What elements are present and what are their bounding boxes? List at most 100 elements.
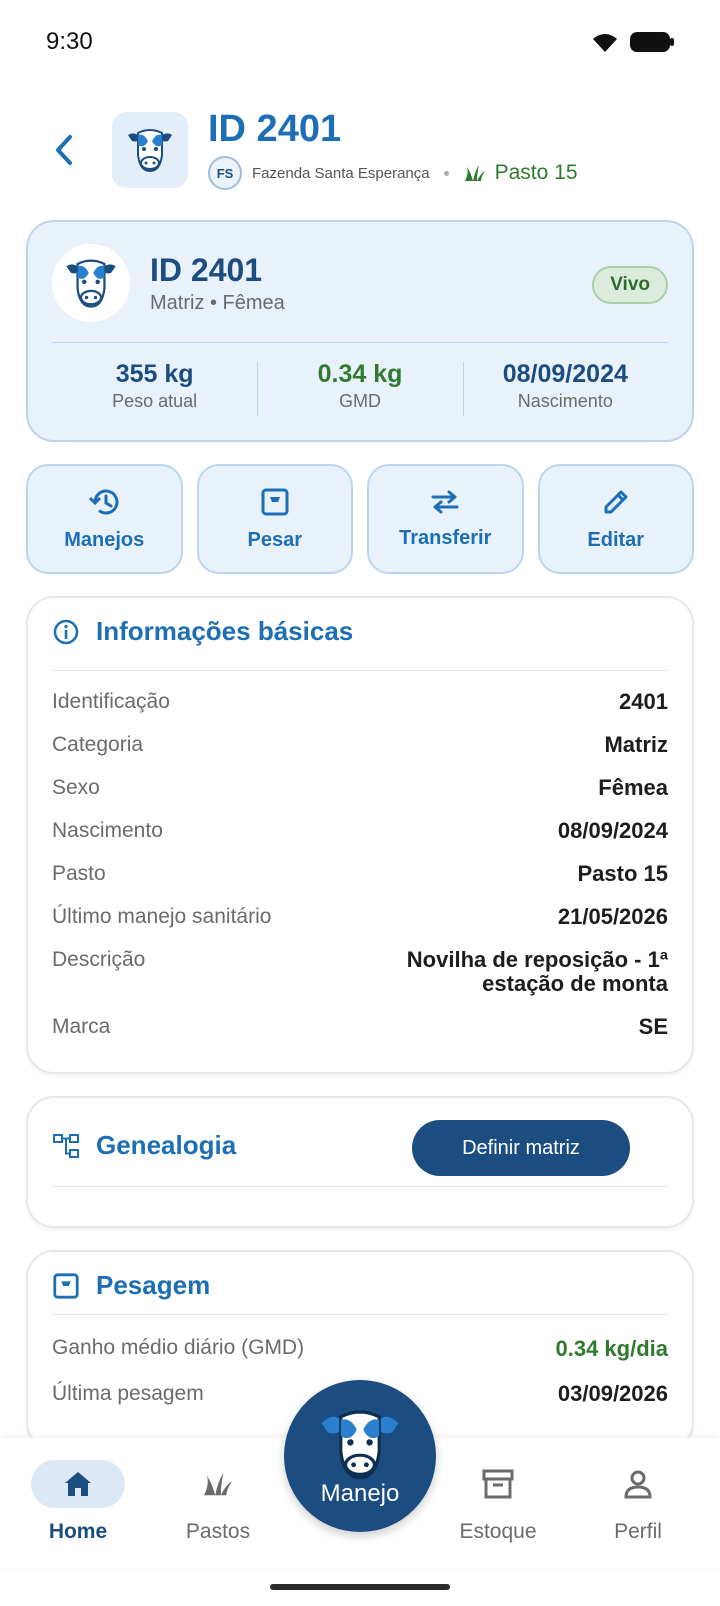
farm-name: Fazenda Santa Esperança [252, 164, 430, 182]
stat-gmd: 0.34 kg GMD [257, 360, 462, 418]
card-title: Genealogia [96, 1130, 237, 1160]
animal-avatar [112, 112, 188, 188]
card-header: Genealogia [52, 1130, 236, 1161]
page-header: ID 2401 FS Fazenda Santa Esperança Pasto… [0, 100, 720, 200]
info-row: Descrição Novilha de reposição - 1ª esta… [52, 948, 668, 996]
cow-icon [66, 259, 116, 308]
back-button[interactable] [44, 130, 84, 170]
status-bar: 9:30 [0, 0, 720, 90]
editar-button[interactable]: Editar [537, 464, 694, 574]
info-value: Novilha de reposição - 1ª estação de mon… [406, 947, 668, 996]
info-label: Descrição [52, 948, 146, 971]
info-value: 21/05/2026 [557, 904, 668, 929]
info-value: Matriz [604, 732, 668, 757]
define-dam-button[interactable]: Definir matriz [412, 1120, 630, 1176]
chevron-left-icon [56, 135, 72, 165]
pasture-name: Pasto 15 [494, 161, 578, 184]
action-label: Manejos [64, 528, 145, 551]
info-label: Categoria [52, 733, 144, 756]
grass-icon [204, 1472, 232, 1496]
summary-title: ID 2401 [150, 252, 263, 288]
nav-item-perfil[interactable]: Perfil [578, 1460, 698, 1544]
cow-icon [321, 1410, 399, 1480]
scale-icon [261, 488, 289, 515]
card-divider [52, 1314, 668, 1315]
summary-avatar [52, 244, 130, 322]
stat-value: 0.34 kg [317, 360, 403, 388]
status-icons [590, 30, 674, 54]
status-badge: Vivo [592, 266, 668, 304]
info-icon [53, 619, 79, 644]
nav-icon-container [451, 1460, 545, 1508]
summary-divider [52, 342, 668, 343]
animal-summary-card: ID 2401 Matriz • Fêmea Vivo 355 kg Peso … [26, 220, 694, 442]
info-value: Fêmea [598, 775, 668, 800]
info-label: Última pesagem [52, 1382, 204, 1405]
nav-item-pastos[interactable]: Pastos [158, 1460, 278, 1544]
info-value: 2401 [619, 689, 668, 714]
status-time: 9:30 [46, 28, 93, 55]
info-row: Pasto Pasto 15 [52, 862, 668, 886]
info-value: 03/09/2026 [557, 1381, 668, 1406]
stat-value: 08/09/2024 [502, 360, 628, 388]
info-row: Categoria Matriz [52, 733, 668, 757]
info-label: Identificação [52, 690, 170, 713]
person-icon [624, 1470, 652, 1499]
info-value: SE [638, 1014, 668, 1039]
stat-label: Peso atual [112, 391, 198, 411]
separator-dot [443, 170, 449, 176]
genealogy-card: Genealogia Definir matriz [26, 1096, 694, 1228]
battery-icon [630, 32, 674, 52]
page-title: ID 2401 [208, 108, 342, 150]
basic-info-card: Informações básicas Identificação 2401 C… [26, 596, 694, 1074]
nav-item-home[interactable]: Home [18, 1460, 138, 1544]
history-icon [89, 489, 119, 514]
card-divider [52, 670, 668, 671]
info-label: Último manejo sanitário [52, 905, 272, 928]
home-indicator [270, 1584, 450, 1590]
nav-icon-container [591, 1460, 685, 1508]
info-value: 08/09/2024 [557, 818, 668, 843]
action-label: Transferir [399, 526, 492, 549]
info-row: Nascimento 08/09/2024 [52, 819, 668, 843]
grass-icon [464, 165, 485, 181]
wifi-icon [593, 34, 617, 52]
stat-label: GMD [338, 391, 381, 411]
stat-weight: 355 kg Peso atual [52, 360, 257, 418]
nav-label: Home [48, 1520, 108, 1543]
pencil-icon [604, 490, 628, 513]
info-value: 0.34 kg/dia [555, 1336, 668, 1361]
manejo-fab-button[interactable]: Manejo [284, 1380, 436, 1532]
transfer-icon [431, 490, 459, 513]
transferir-button[interactable]: Transferir [367, 464, 524, 574]
nav-icon-container [31, 1460, 125, 1508]
info-list: Identificação 2401 Categoria Matriz Sexo… [52, 690, 668, 1058]
farm-badge: FS [208, 156, 242, 190]
card-divider [52, 1186, 668, 1187]
nav-icon-container [171, 1460, 265, 1508]
home-icon [65, 1472, 91, 1496]
info-label: Pasto [52, 862, 106, 885]
info-label: Nascimento [52, 819, 163, 842]
fab-label: Manejo [320, 1480, 400, 1507]
nav-label: Perfil [614, 1520, 662, 1543]
info-value: Pasto 15 [577, 861, 669, 886]
info-label: Marca [52, 1015, 111, 1038]
pesar-button[interactable]: Pesar [196, 464, 353, 574]
nav-label: Estoque [459, 1520, 537, 1543]
manejos-button[interactable]: Manejos [26, 464, 183, 574]
info-label: Sexo [52, 776, 100, 799]
info-row: Sexo Fêmea [52, 776, 668, 800]
info-row: Último manejo sanitário 21/05/2026 [52, 905, 668, 929]
action-label: Editar [587, 528, 645, 551]
info-row: Marca SE [52, 1015, 668, 1039]
cow-icon [128, 129, 172, 173]
info-row: Identificação 2401 [52, 690, 668, 714]
weighing-row: Ganho médio diário (GMD) 0.34 kg/dia [52, 1336, 668, 1362]
action-label: Pesar [247, 528, 303, 551]
pasture-tag[interactable]: Pasto 15 [463, 161, 578, 185]
card-header: Informações básicas [52, 616, 353, 647]
stat-value: 355 kg [115, 360, 194, 388]
summary-subtitle: Matriz • Fêmea [150, 292, 285, 314]
nav-item-estoque[interactable]: Estoque [438, 1460, 558, 1544]
